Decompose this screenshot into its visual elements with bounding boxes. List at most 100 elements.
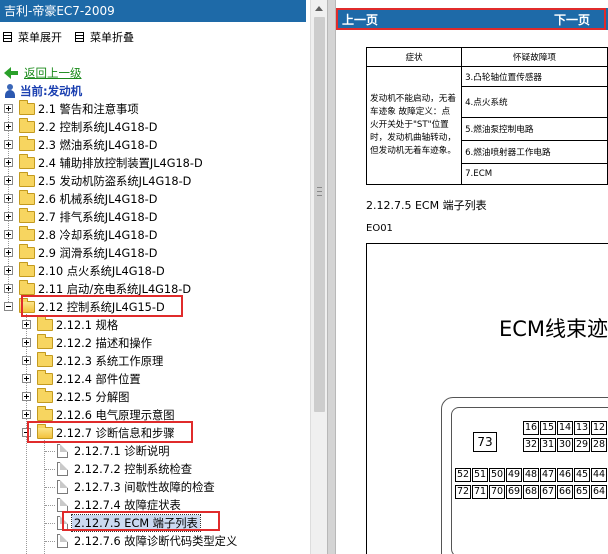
tree-leaf[interactable]: 2.12.7.2 控制系统检查 <box>0 460 300 478</box>
scroll-thumb[interactable] <box>314 17 325 412</box>
expand-icon[interactable] <box>22 338 31 347</box>
expand-icon[interactable] <box>4 230 13 239</box>
scroll-up-arrow-icon[interactable] <box>311 0 328 17</box>
folder-icon <box>19 100 35 115</box>
connector-pin: 28 <box>591 438 607 452</box>
document-icon <box>57 444 68 458</box>
folder-icon <box>19 280 35 295</box>
connector-pin: 47 <box>540 468 556 482</box>
folder-icon <box>19 226 35 241</box>
folder-icon <box>37 316 53 331</box>
grip-line <box>317 191 322 192</box>
folder-icon <box>19 244 35 259</box>
expand-icon[interactable] <box>22 392 31 401</box>
expand-icon[interactable] <box>22 320 31 329</box>
expand-icon[interactable] <box>4 194 13 203</box>
connector-pin: 31 <box>540 438 556 452</box>
tree-item[interactable]: 2.1 警告和注意事项 <box>0 100 300 118</box>
connector-pin: 65 <box>574 485 590 499</box>
pane-splitter[interactable] <box>327 0 336 554</box>
connector-pin: 44 <box>591 468 607 482</box>
fault-table: 症状 怀疑故障项 发动机不能启动，无着车迹象 故障定义：点火开关处于"ST"位置… <box>365 47 608 185</box>
expand-icon[interactable] <box>22 356 31 365</box>
connector-pin: 30 <box>557 438 573 452</box>
connector-pin: 70 <box>489 485 505 499</box>
tree-item[interactable]: 2.3 燃油系统JL4G18-D <box>0 136 300 154</box>
expand-icon[interactable] <box>4 212 13 221</box>
current-location: 当前:发动机 <box>4 82 82 100</box>
back-arrow-icon <box>4 67 18 79</box>
connector-pin: 71 <box>472 485 488 499</box>
connector-pin: 48 <box>523 468 539 482</box>
connector-pin: 14 <box>557 421 573 435</box>
menu-toolbar: 菜单展开 菜单折叠 <box>0 26 306 46</box>
document-icon <box>57 498 68 512</box>
grip-line <box>317 187 322 188</box>
folder-icon <box>37 352 53 367</box>
table-cell: 3.凸轮轴位置传感器 <box>461 66 608 87</box>
connector-pin: 29 <box>574 438 590 452</box>
tree-leaf[interactable]: 2.12.7.1 诊断说明 <box>0 442 300 460</box>
tree-item[interactable]: 2.10 点火系统JL4G18-D <box>0 262 300 280</box>
folder-icon <box>19 172 35 187</box>
tree-subitem[interactable]: 2.12.2 描述和操作 <box>0 334 300 352</box>
folder-icon <box>37 334 53 349</box>
grip-line <box>317 195 322 196</box>
connector-pin: 50 <box>489 468 505 482</box>
expand-icon[interactable] <box>4 140 13 149</box>
table-cell: 7.ECM <box>461 163 608 185</box>
expand-icon[interactable] <box>22 374 31 383</box>
collapse-icon[interactable] <box>4 302 13 311</box>
expand-icon[interactable] <box>4 122 13 131</box>
expand-icon[interactable] <box>4 104 13 113</box>
highlight-box <box>21 295 183 317</box>
tree-item[interactable]: 2.4 辅助排放控制装置JL4G18-D <box>0 154 300 172</box>
tree-item[interactable]: 2.2 控制系统JL4G18-D <box>0 118 300 136</box>
folder-icon <box>37 388 53 403</box>
section-code: EO01 <box>366 223 393 234</box>
connector-pin: 64 <box>591 485 607 499</box>
tree-subitem[interactable]: 2.12.5 分解图 <box>0 388 300 406</box>
highlight-box <box>27 421 193 443</box>
vertical-scrollbar[interactable] <box>310 0 327 554</box>
table-header: 症状 <box>365 47 463 67</box>
table-header: 怀疑故障项 <box>461 47 608 67</box>
tree-item[interactable]: 2.9 润滑系统JL4G18-D <box>0 244 300 262</box>
tree-item[interactable]: 2.7 排气系统JL4G18-D <box>0 208 300 226</box>
folder-icon <box>37 406 53 421</box>
user-icon <box>4 84 16 98</box>
folder-icon <box>19 154 35 169</box>
expand-menu-button[interactable]: 菜单展开 <box>3 29 62 45</box>
expand-icon[interactable] <box>22 410 31 419</box>
connector-pin: 68 <box>523 485 539 499</box>
expand-icon[interactable] <box>4 284 13 293</box>
connector-pin: 45 <box>574 468 590 482</box>
section-title: 2.12.7.5 ECM 端子列表 <box>366 199 487 212</box>
folder-icon <box>19 136 35 151</box>
collapse-menu-button[interactable]: 菜单折叠 <box>75 29 134 45</box>
navigation-pane: 吉利-帝豪EC7-2009 菜单展开 菜单折叠 返回上一级 当前:发动机 2.1… <box>0 0 310 554</box>
tree-item[interactable]: 2.6 机械系统JL4G18-D <box>0 190 300 208</box>
tree-subitem[interactable]: 2.12.4 部件位置 <box>0 370 300 388</box>
connector-pin: 15 <box>540 421 556 435</box>
connector-pin: 67 <box>540 485 556 499</box>
tree-leaf[interactable]: 2.12.7.3 间歇性故障的检查 <box>0 478 300 496</box>
expand-icon[interactable] <box>4 158 13 167</box>
back-link[interactable]: 返回上一级 <box>4 65 82 81</box>
diagram-title: ECM线束迹 <box>499 317 608 341</box>
list-icon <box>3 32 12 42</box>
expand-icon[interactable] <box>4 176 13 185</box>
connector-pin: 66 <box>557 485 573 499</box>
expand-icon[interactable] <box>4 266 13 275</box>
expand-icon[interactable] <box>4 248 13 257</box>
folder-icon <box>19 262 35 277</box>
tree-leaf[interactable]: 2.12.7.6 故障诊断代码类型定义 <box>0 532 300 550</box>
connector-pin: 32 <box>523 438 539 452</box>
tree-item[interactable]: 2.5 发动机防盗系统JL4G18-D <box>0 172 300 190</box>
tree-subitem[interactable]: 2.12.1 规格 <box>0 316 300 334</box>
tree-subitem[interactable]: 2.12.3 系统工作原理 <box>0 352 300 370</box>
tree-item[interactable]: 2.8 冷却系统JL4G18-D <box>0 226 300 244</box>
connector-pin: 72 <box>455 485 471 499</box>
connector-pin-large: 73 <box>473 432 497 452</box>
connector-pin: 16 <box>523 421 539 435</box>
